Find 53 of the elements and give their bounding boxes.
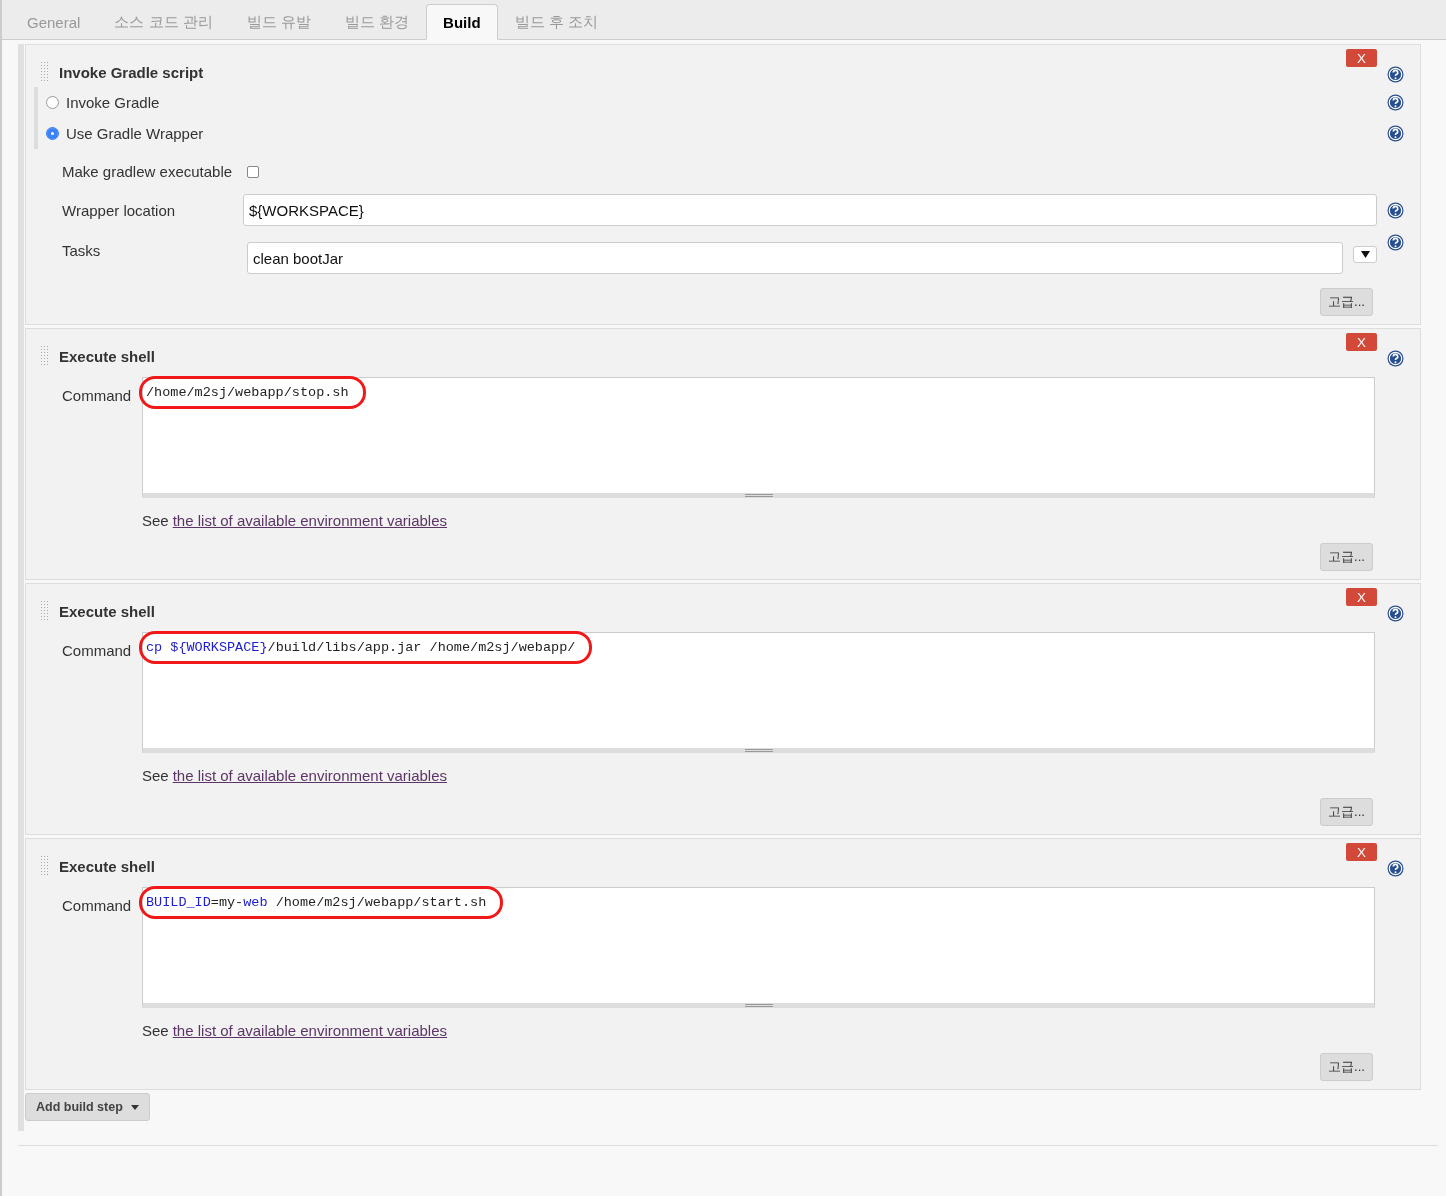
input-field[interactable]: ${WORKSPACE} — [243, 194, 1377, 226]
help-icon[interactable] — [1387, 66, 1404, 83]
advanced-button[interactable]: 고급... — [1320, 543, 1373, 571]
checkbox[interactable] — [247, 165, 260, 178]
annotation-outline: /home/m2sj/webapp/stop.sh — [139, 376, 366, 409]
env-variables-link[interactable]: the list of available environment variables — [172, 512, 448, 529]
help-text: See — [142, 767, 169, 784]
step-title: Execute shell — [59, 603, 155, 620]
radio-button[interactable] — [46, 127, 59, 140]
env-variables-link[interactable]: the list of available environment variables — [172, 767, 448, 784]
resize-handle[interactable] — [745, 1004, 773, 1007]
delete-button[interactable]: X — [1346, 588, 1377, 606]
input-field[interactable]: clean bootJar — [247, 242, 1343, 274]
dropdown-button[interactable] — [1353, 246, 1377, 263]
delete-button[interactable]: X — [1346, 333, 1377, 351]
help-icon[interactable] — [1387, 201, 1404, 219]
advanced-button[interactable]: 고급... — [1320, 288, 1373, 316]
delete-button[interactable]: X — [1346, 843, 1377, 861]
help-icon[interactable] — [1387, 350, 1404, 367]
tab[interactable]: Build — [426, 4, 498, 40]
advanced-button[interactable]: 고급... — [1320, 1053, 1373, 1081]
command-field[interactable]: BUILD_ID=my-web /home/m2sj/webapp/start.sh — [142, 887, 1375, 1008]
help-icon[interactable] — [1387, 125, 1404, 142]
caret-icon — [130, 1104, 139, 1110]
field-label: Tasks — [62, 241, 102, 259]
help-icon[interactable] — [1387, 234, 1404, 251]
resize-handle[interactable] — [745, 494, 773, 497]
radio-label: Invoke Gradle — [66, 94, 160, 111]
radio-label: Use Gradle Wrapper — [66, 125, 204, 142]
help-icon[interactable] — [1387, 94, 1404, 111]
resize-handle[interactable] — [745, 749, 773, 752]
field-label: Command — [62, 897, 133, 914]
env-variables-link[interactable]: the list of available environment variables — [172, 1022, 448, 1039]
command-field[interactable]: cp ${WORKSPACE}/build/libs/app.jar /home/m2sj/webapp/ — [142, 632, 1375, 753]
step-title: Execute shell — [59, 348, 155, 365]
command-field[interactable]: /home/m2sj/webapp/stop.sh — [142, 377, 1375, 498]
help-text: See — [142, 1022, 169, 1039]
advanced-button[interactable]: 고급... — [1320, 798, 1373, 826]
annotation-outline: BUILD_ID=my-web /home/m2sj/webapp/start.sh — [139, 886, 504, 919]
delete-button[interactable]: X — [1346, 49, 1377, 67]
help-icon[interactable] — [1387, 605, 1404, 622]
radio-button[interactable] — [46, 96, 59, 109]
field-label: Wrapper location — [62, 201, 177, 219]
help-icon[interactable] — [1387, 860, 1404, 877]
annotation-outline: cp ${WORKSPACE}/build/libs/app.jar /home/m2sj/webapp/ — [139, 631, 593, 664]
help-text: See — [142, 512, 169, 529]
step-title: Invoke Gradle script — [59, 64, 204, 81]
step-title: Execute shell — [59, 858, 155, 875]
field-label: Command — [62, 387, 133, 404]
field-label: Command — [62, 642, 133, 659]
field-label: Make gradlew executable — [62, 162, 233, 182]
caret-icon — [1360, 251, 1370, 258]
add-build-step-button[interactable]: Add build step — [25, 1093, 150, 1121]
